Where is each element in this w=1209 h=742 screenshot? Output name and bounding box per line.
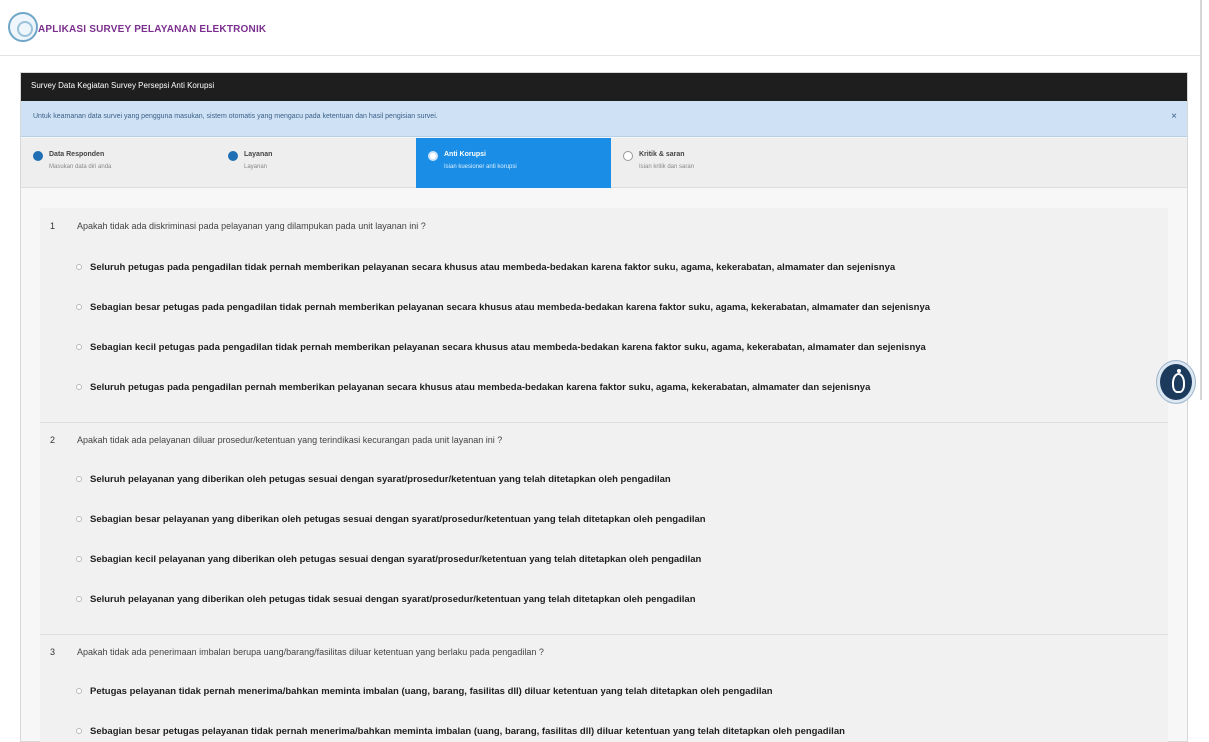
answer-option[interactable]: Sebagian kecil petugas pada pengadilan t… [76, 340, 1136, 358]
app-title: APLIKASI SURVEY PELAYANAN ELEKTRONIK [38, 24, 267, 35]
step-data-responden[interactable]: Data Responden Masukan data diri anda [21, 138, 216, 188]
step-title: Data Responden [49, 151, 105, 158]
survey-title-bar: Survey Data Kegiatan Survey Persepsi Ant… [21, 73, 1187, 101]
answer-label[interactable]: Seluruh pelayanan yang diberikan oleh pe… [90, 594, 696, 605]
answer-option[interactable]: Seluruh pelayanan yang diberikan oleh pe… [76, 472, 1136, 490]
step-title: Kritik & saran [639, 151, 685, 158]
divider [40, 634, 1168, 635]
question-number: 2 [50, 435, 56, 445]
answer-option[interactable]: Seluruh pelayanan yang diberikan oleh pe… [76, 592, 1136, 610]
radio-button[interactable] [76, 264, 82, 270]
answer-label[interactable]: Sebagian kecil petugas pada pengadilan t… [90, 342, 926, 353]
answer-label[interactable]: Seluruh petugas pada pengadilan tidak pe… [90, 262, 895, 273]
step-subtitle: Layanan [244, 164, 268, 170]
questionnaire: 1 Apakah tidak ada diskriminasi pada pel… [40, 208, 1168, 742]
answer-option[interactable]: Seluruh petugas pada pengadilan pernah m… [76, 380, 1136, 398]
answer-label[interactable]: Seluruh petugas pada pengadilan pernah m… [90, 382, 870, 393]
step-check-icon [228, 151, 238, 161]
scrollbar-track[interactable] [1200, 0, 1202, 400]
answer-label[interactable]: Sebagian besar petugas pelayanan tidak p… [90, 726, 845, 737]
answer-option[interactable]: Petugas pelayanan tidak pernah menerima/… [76, 684, 1136, 702]
radio-button[interactable] [76, 344, 82, 350]
radio-button[interactable] [76, 516, 82, 522]
question-text: Apakah tidak ada penerimaan imbalan beru… [77, 647, 544, 657]
answer-option[interactable]: Seluruh petugas pada pengadilan tidak pe… [76, 260, 1136, 278]
step-kritik-saran[interactable]: Kritik & saran Isian kritik dan saran [611, 138, 806, 188]
answer-label[interactable]: Seluruh pelayanan yang diberikan oleh pe… [90, 474, 671, 485]
radio-button[interactable] [76, 556, 82, 562]
answer-label[interactable]: Sebagian besar pelayanan yang diberikan … [90, 514, 706, 525]
question-header: 3 Apakah tidak ada penerimaan imbalan be… [40, 642, 1168, 664]
answer-label[interactable]: Sebagian besar petugas pada pengadilan t… [90, 302, 930, 313]
radio-button[interactable] [76, 476, 82, 482]
question-text: Apakah tidak ada diskriminasi pada pelay… [77, 221, 426, 231]
step-check-icon [33, 151, 43, 161]
radio-button[interactable] [76, 688, 82, 694]
radio-button[interactable] [76, 384, 82, 390]
info-alert: Untuk keamanan data survei yang pengguna… [21, 101, 1187, 137]
accessibility-icon[interactable] [1157, 361, 1195, 403]
court-logo-icon [8, 12, 38, 42]
top-bar: APLIKASI SURVEY PELAYANAN ELEKTRONIK [0, 0, 1200, 56]
wizard-steps: Data Responden Masukan data diri anda La… [21, 138, 1187, 188]
step-subtitle: Masukan data diri anda [49, 164, 112, 170]
step-current-icon [428, 151, 438, 161]
answer-label[interactable]: Sebagian kecil pelayanan yang diberikan … [90, 554, 701, 565]
step-title: Layanan [244, 151, 273, 158]
answer-option[interactable]: Sebagian besar petugas pelayanan tidak p… [76, 724, 1136, 742]
question-number: 1 [50, 221, 56, 231]
answer-option[interactable]: Sebagian besar pelayanan yang diberikan … [76, 512, 1136, 530]
info-alert-text: Untuk keamanan data survei yang pengguna… [33, 113, 438, 120]
radio-button[interactable] [76, 728, 82, 734]
step-subtitle: Isian kuesioner anti korupsi [444, 164, 517, 170]
step-pending-icon [623, 151, 633, 161]
question-header: 2 Apakah tidak ada pelayanan diluar pros… [40, 430, 1168, 452]
divider [40, 422, 1168, 423]
close-icon[interactable]: × [1171, 111, 1177, 122]
step-anti-korupsi[interactable]: Anti Korupsi Isian kuesioner anti korups… [416, 138, 611, 188]
step-title: Anti Korupsi [444, 151, 486, 158]
question-text: Apakah tidak ada pelayanan diluar prosed… [77, 435, 503, 445]
answer-label[interactable]: Petugas pelayanan tidak pernah menerima/… [90, 686, 773, 697]
step-layanan[interactable]: Layanan Layanan [216, 138, 411, 188]
survey-title: Survey Data Kegiatan Survey Persepsi Ant… [31, 81, 215, 90]
answer-option[interactable]: Sebagian besar petugas pada pengadilan t… [76, 300, 1136, 318]
question-number: 3 [50, 647, 56, 657]
step-subtitle: Isian kritik dan saran [639, 164, 695, 170]
radio-button[interactable] [76, 304, 82, 310]
radio-button[interactable] [76, 596, 82, 602]
question-header: 1 Apakah tidak ada diskriminasi pada pel… [40, 216, 1168, 238]
answer-option[interactable]: Sebagian kecil pelayanan yang diberikan … [76, 552, 1136, 570]
